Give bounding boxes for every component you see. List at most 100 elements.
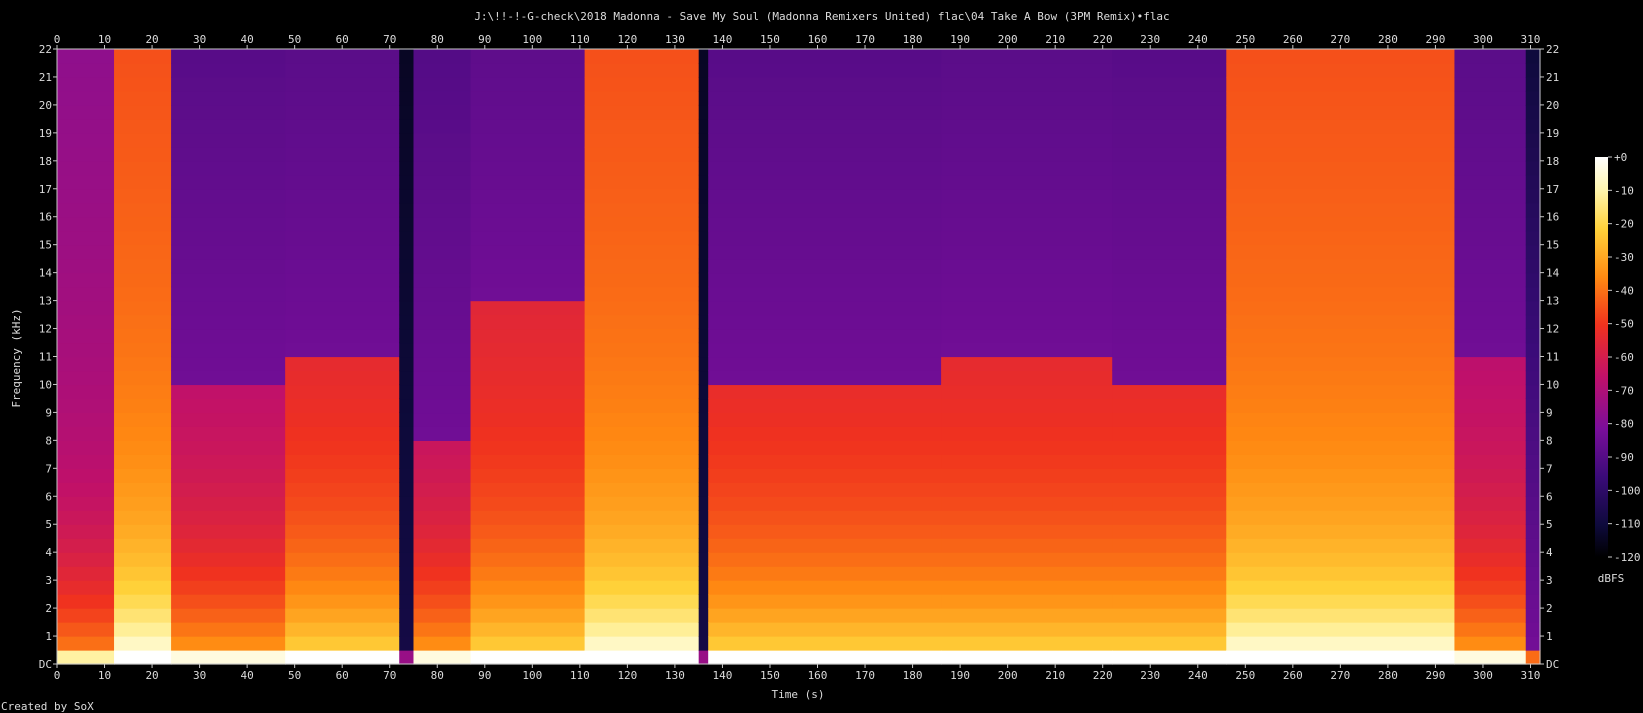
spectrogram-band	[941, 636, 1113, 651]
spectrogram-band	[285, 188, 400, 204]
spectrogram-band	[470, 412, 586, 427]
spectrogram-band	[413, 188, 472, 204]
spectrogram-band	[941, 468, 1113, 483]
spectrogram-band	[399, 272, 415, 288]
spectrogram-band	[171, 342, 286, 358]
spectrogram-band	[1226, 384, 1456, 400]
spectrogram-band	[1525, 314, 1541, 330]
spectrogram-band	[399, 188, 415, 204]
spectrogram-band	[1525, 49, 1541, 64]
spectrogram-band	[584, 104, 700, 120]
spectrogram-band	[698, 314, 709, 330]
spectrogram-band	[413, 146, 472, 162]
spectrogram-band	[1525, 160, 1541, 176]
spectrogram-band	[470, 118, 586, 134]
spectrogram-band	[584, 76, 700, 92]
spectrogram-band	[584, 356, 700, 372]
spectrogram-band	[171, 104, 286, 120]
spectrogram-band	[584, 468, 700, 483]
spectrogram-band	[1454, 62, 1527, 78]
spectrogram-band	[698, 468, 709, 483]
spectrogram-band	[1226, 188, 1456, 204]
colorbar-tick-label: -20	[1614, 218, 1634, 231]
spectrogram-band	[470, 580, 586, 595]
spectrogram-band	[171, 636, 286, 651]
spectrogram-band	[1454, 552, 1527, 567]
spectrogram-band	[1226, 636, 1456, 651]
x-tick-label: 80	[431, 669, 444, 682]
y-tick-label: 22	[1546, 43, 1559, 56]
spectrogram-band	[1525, 636, 1541, 651]
spectrogram-band	[941, 566, 1113, 581]
spectrogram-band	[1454, 314, 1527, 330]
spectrogram-band	[1454, 440, 1527, 455]
spectrogram-band	[399, 132, 415, 148]
spectrogram-band	[285, 552, 400, 567]
spectrogram-band	[698, 384, 709, 400]
spectrogram-band	[1226, 258, 1456, 274]
x-tick-label: 10	[98, 33, 111, 46]
spectrogram-band	[1525, 510, 1541, 525]
spectrogram-band	[399, 524, 415, 539]
spectrogram-band	[698, 608, 709, 623]
x-tick-label: 110	[570, 669, 590, 682]
x-tick-label: 270	[1330, 669, 1350, 682]
spectrogram-band	[1112, 286, 1227, 302]
spectrogram-band	[285, 398, 400, 414]
spectrogram-band	[1525, 300, 1541, 316]
y-axis-right: DC12345678910111213141516171819202122	[1540, 43, 1560, 671]
spectrogram-band	[399, 216, 415, 232]
spectrogram-band	[470, 160, 586, 176]
spectrogram-band	[941, 524, 1113, 539]
spectrogram-band	[57, 286, 115, 302]
spectrogram-band	[584, 412, 700, 427]
spectrogram-band	[413, 468, 472, 483]
spectrogram-band	[698, 426, 709, 441]
x-tick-label: 50	[288, 669, 301, 682]
segment-1	[114, 49, 172, 665]
spectrogram-band	[413, 104, 472, 120]
spectrogram-band	[285, 49, 400, 64]
spectrogram-band	[1454, 202, 1527, 218]
spectrogram-band	[1226, 160, 1456, 176]
y-tick-label: 13	[1546, 295, 1559, 308]
segment-8	[698, 49, 709, 665]
x-tick-label: 270	[1330, 33, 1350, 46]
spectrogram-band	[114, 496, 172, 511]
spectrogram-band	[399, 104, 415, 120]
spectrogram-band	[57, 118, 115, 134]
spectrogram-band	[1112, 328, 1227, 344]
spectrogram-band	[413, 258, 472, 274]
x-tick-label: 250	[1235, 33, 1255, 46]
spectrogram-band	[1226, 496, 1456, 511]
spectrogram-band	[941, 314, 1113, 330]
spectrogram-band	[114, 622, 172, 637]
segment-5	[413, 49, 472, 665]
spectrogram-band	[114, 62, 172, 78]
spectrogram-band	[1525, 566, 1541, 581]
spectrogram-band	[285, 272, 400, 288]
spectrogram-band	[57, 160, 115, 176]
spectrogram-band	[708, 314, 942, 330]
spectrogram-band	[285, 370, 400, 386]
spectrogram-band	[470, 594, 586, 609]
spectrogram-band	[1226, 356, 1456, 372]
spectrogram-band	[399, 482, 415, 497]
spectrogram-band	[1454, 622, 1527, 637]
spectrogram-band	[708, 594, 942, 609]
spectrogram-band	[1112, 608, 1227, 623]
spectrogram-band	[470, 244, 586, 260]
colorbar-tick-label: -90	[1614, 451, 1634, 464]
spectrogram-band	[941, 118, 1113, 134]
spectrogram-band	[708, 202, 942, 218]
spectrogram-band	[941, 454, 1113, 469]
spectrogram-band	[57, 188, 115, 204]
spectrogram-band	[285, 76, 400, 92]
spectrogram-band	[171, 398, 286, 414]
y-tick-label: 18	[39, 155, 52, 168]
spectrogram-band	[584, 622, 700, 637]
spectrogram-band	[285, 524, 400, 539]
spectrogram-band	[57, 496, 115, 511]
spectrogram-band	[1525, 426, 1541, 441]
spectrogram-band	[1525, 286, 1541, 302]
